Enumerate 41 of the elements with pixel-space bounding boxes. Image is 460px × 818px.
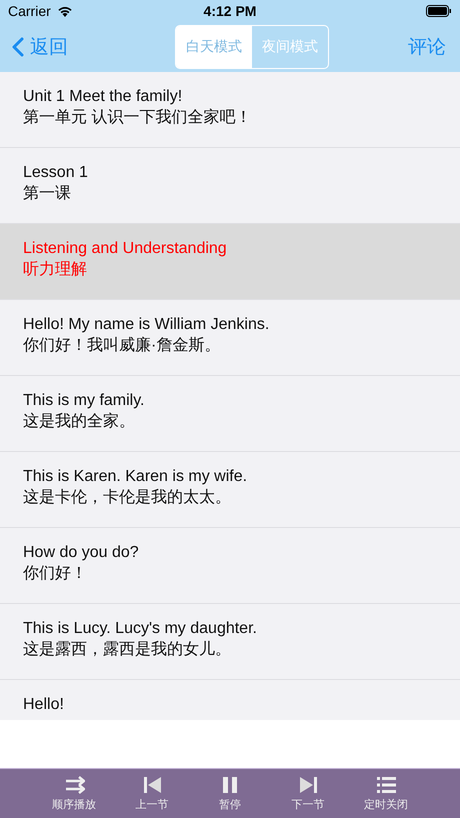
lesson-row[interactable]: Listening and Understanding 听力理解 — [0, 224, 460, 300]
lesson-row[interactable]: Unit 1 Meet the family! 第一单元 认识一下我们全家吧！ — [0, 72, 460, 148]
chinese-text: 第一课 — [23, 184, 72, 204]
lesson-row[interactable]: This is Karen. Karen is my wife. 这是卡伦，卡伦是我的太太。 — [0, 452, 460, 528]
toolbar-button[interactable]: 上一节 — [124, 769, 180, 818]
english-text: This is Lucy. Lucy's my daughter. — [23, 619, 258, 639]
english-text: Listening and Understanding — [23, 239, 228, 259]
chevron-icon — [12, 37, 24, 57]
lesson-row[interactable]: This is my family. 这是我的全家。 — [0, 376, 460, 452]
wifi-icon — [56, 5, 73, 17]
skip-back-icon — [142, 776, 162, 794]
battery-icon — [426, 5, 452, 17]
english-text: Hello! — [23, 695, 65, 715]
lesson-row[interactable]: Hello! My name is William Jenkins. 你们好！我叫威廉·詹金斯。 — [0, 300, 460, 376]
lesson-row[interactable]: This is Lucy. Lucy's my daughter. 这是露西，露西是我的女儿。 — [0, 604, 460, 680]
status-time: 4:12 PM — [204, 3, 256, 19]
chinese-text: 第一单元 认识一下我们全家吧！ — [23, 108, 252, 128]
chinese-text: 听力理解 — [23, 260, 88, 280]
toolbar-button[interactable]: 定时关闭 — [358, 769, 414, 818]
english-text: Unit 1 Meet the family! — [23, 87, 184, 107]
english-text: Lesson 1 — [23, 163, 89, 183]
chinese-text: 你们好！ — [23, 564, 88, 584]
toolbar-button[interactable]: 顺序播放 — [46, 769, 102, 818]
chinese-text: 这是我的全家。 — [23, 412, 136, 432]
toolbar-button[interactable]: 暂停 — [202, 769, 258, 818]
arrows-icon — [64, 776, 84, 794]
back-button[interactable]: 返回 — [12, 34, 68, 60]
mode-tab[interactable]: 白天模式 — [176, 26, 252, 68]
chinese-text: 你们好！我叫威廉·詹金斯。 — [23, 336, 222, 356]
list-icon — [376, 776, 396, 794]
carrier-label: Carrier — [8, 3, 51, 19]
english-text: This is Karen. Karen is my wife. — [23, 467, 248, 487]
english-text: How do you do? — [23, 543, 140, 563]
lesson-row[interactable]: How do you do? 你们好！ — [0, 528, 460, 604]
english-text: This is my family. — [23, 391, 146, 411]
chinese-text: 这是卡伦，卡伦是我的太太。 — [23, 488, 232, 508]
skip-forward-icon — [298, 776, 318, 794]
toolbar-button[interactable]: 下一节 — [280, 769, 336, 818]
comment-button[interactable]: 评论 — [408, 34, 446, 60]
english-text: Hello! My name is William Jenkins. — [23, 315, 270, 335]
chinese-text: 这是露西，露西是我的女儿。 — [23, 640, 232, 660]
